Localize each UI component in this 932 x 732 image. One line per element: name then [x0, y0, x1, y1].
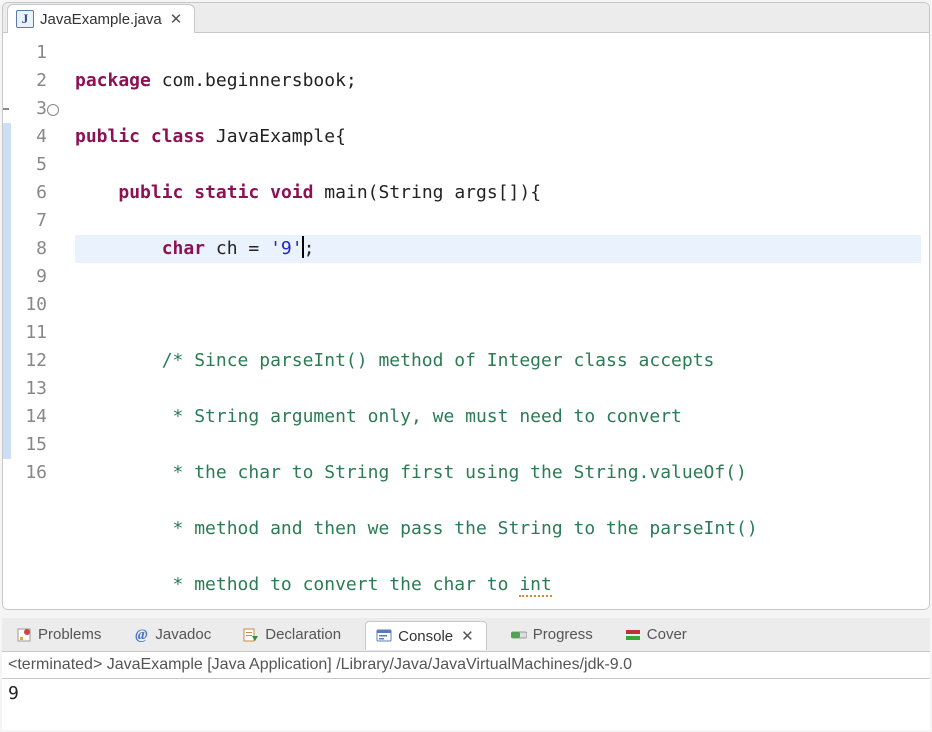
console-icon	[376, 628, 392, 644]
tab-label: Javadoc	[155, 626, 211, 643]
text-caret	[302, 236, 304, 258]
code-token: * method to convert the char to	[162, 574, 520, 595]
tab-label: Progress	[533, 626, 593, 643]
line-number: 4	[3, 123, 57, 151]
line-number: 7	[3, 207, 57, 235]
close-icon[interactable]: ✕	[168, 10, 185, 28]
tab-progress[interactable]: Progress	[503, 622, 601, 647]
code-token: * method and then we pass the String to …	[162, 518, 758, 539]
tab-coverage[interactable]: Cover	[617, 622, 695, 647]
views-tabstrip: Problems @ Javadoc Declaration Console ✕…	[2, 618, 930, 652]
code-token: public	[75, 126, 140, 147]
line-number: 11	[3, 319, 57, 347]
coverage-icon	[625, 627, 641, 643]
code-token: com.beginnersbook;	[151, 70, 357, 91]
problems-icon	[16, 627, 32, 643]
tab-problems[interactable]: Problems	[8, 622, 109, 647]
line-number: 8	[3, 235, 57, 263]
code-token: ;	[304, 238, 315, 259]
code-token: char	[162, 238, 205, 259]
progress-icon	[511, 627, 527, 643]
line-number: 2	[3, 67, 57, 95]
code-token: * String argument only, we must need to …	[162, 406, 682, 427]
code-token: int	[519, 574, 552, 597]
editor-tabstrip: J JavaExample.java ✕	[3, 3, 929, 33]
close-icon[interactable]: ✕	[459, 627, 476, 645]
console-launch-info: <terminated> JavaExample [Java Applicati…	[2, 652, 930, 679]
code-body[interactable]: package com.beginnersbook; public class …	[63, 33, 929, 609]
code-token: ch =	[205, 238, 270, 259]
tab-declaration[interactable]: Declaration	[235, 622, 349, 647]
line-number: 14	[3, 403, 57, 431]
code-editor[interactable]: 1 2 3 4 5 6 7 8 9 10 11 12 13 14 15 16 p…	[3, 33, 929, 609]
gutter: 1 2 3 4 5 6 7 8 9 10 11 12 13 14 15 16	[3, 33, 63, 609]
code-token: static	[194, 182, 259, 203]
tab-label: Declaration	[265, 626, 341, 643]
tab-console[interactable]: Console ✕	[365, 621, 487, 650]
code-token: JavaExample{	[205, 126, 346, 147]
code-token: * the char to String first using the Str…	[162, 462, 747, 483]
editor-tab-javaexample[interactable]: J JavaExample.java ✕	[7, 4, 195, 33]
code-token: public	[118, 182, 183, 203]
line-number: 6	[3, 179, 57, 207]
tab-javadoc[interactable]: @ Javadoc	[125, 622, 219, 647]
tab-label: Cover	[647, 626, 687, 643]
line-number: 9	[3, 263, 57, 291]
code-token: class	[151, 126, 205, 147]
line-number: 3	[3, 95, 57, 123]
code-token: main(String args[]){	[313, 182, 541, 203]
code-token: '9'	[270, 238, 303, 259]
line-number: 15	[3, 431, 57, 459]
console-output[interactable]: 9	[2, 679, 930, 708]
editor-panel: J JavaExample.java ✕ 1 2 3 4 5 6 7 8 9 1…	[2, 2, 930, 610]
line-number: 16	[3, 459, 57, 487]
line-number: 1	[3, 39, 57, 67]
bottom-panel: Problems @ Javadoc Declaration Console ✕…	[2, 618, 930, 730]
declaration-icon	[243, 627, 259, 643]
current-line: char ch = '9';	[75, 235, 921, 263]
line-number: 5	[3, 151, 57, 179]
javadoc-icon: @	[133, 627, 149, 643]
code-token: package	[75, 70, 151, 91]
line-number: 12	[3, 347, 57, 375]
line-number: 13	[3, 375, 57, 403]
tab-label: Console	[398, 628, 453, 645]
code-token: void	[270, 182, 313, 203]
code-token: /* Since parseInt() method of Integer cl…	[162, 350, 715, 371]
java-file-icon: J	[16, 10, 34, 28]
tab-label: Problems	[38, 626, 101, 643]
editor-tab-label: JavaExample.java	[40, 11, 162, 28]
line-number: 10	[3, 291, 57, 319]
